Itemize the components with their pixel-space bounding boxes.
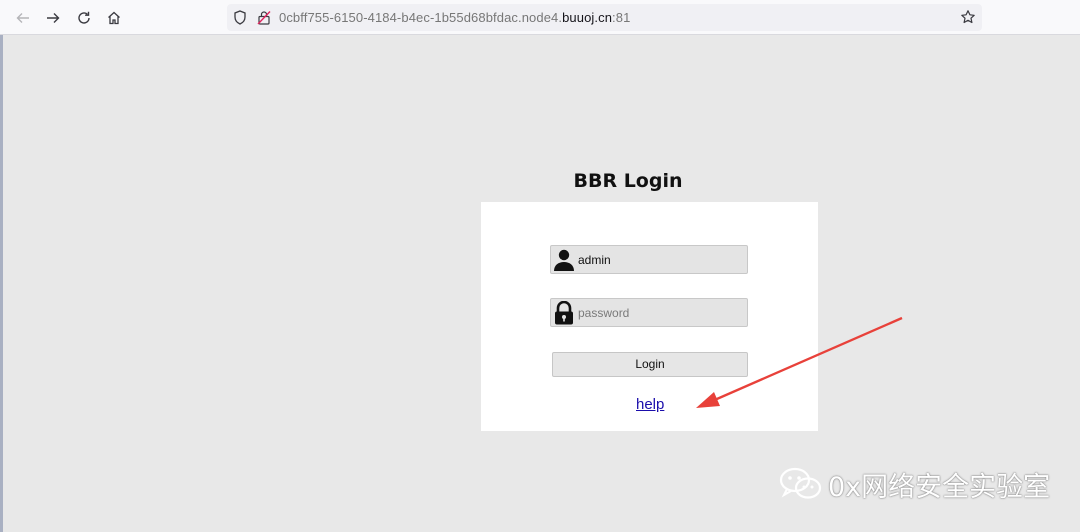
username-field[interactable]: admin xyxy=(550,245,748,274)
page-title: BBR Login xyxy=(573,170,683,192)
back-arrow-icon xyxy=(16,13,29,23)
shield-icon[interactable] xyxy=(233,10,247,25)
reload-icon xyxy=(78,11,90,24)
back-button[interactable] xyxy=(10,5,36,31)
forward-arrow-icon xyxy=(47,13,60,23)
password-placeholder[interactable]: password xyxy=(578,306,629,320)
forward-button[interactable] xyxy=(40,5,66,31)
window-edge xyxy=(0,35,3,532)
home-button[interactable] xyxy=(101,5,127,31)
url-text[interactable]: 0cbff755-6150-4184-b4ec-1b55d68bfdac.nod… xyxy=(279,10,630,25)
home-icon xyxy=(108,11,120,25)
url-prefix: 0cbff755-6150-4184-b4ec-1b55d68bfdac.nod… xyxy=(279,10,563,25)
url-host: buuoj.cn xyxy=(562,10,613,25)
browser-toolbar: 0cbff755-6150-4184-b4ec-1b55d68bfdac.nod… xyxy=(0,0,1080,35)
address-bar[interactable]: 0cbff755-6150-4184-b4ec-1b55d68bfdac.nod… xyxy=(227,4,982,31)
watermark: 0x网络安全实验室 xyxy=(778,466,1051,503)
username-value[interactable]: admin xyxy=(578,253,611,267)
user-icon xyxy=(554,249,574,271)
insecure-lock-icon[interactable] xyxy=(257,10,271,25)
padlock-icon xyxy=(555,301,573,325)
url-suffix: :81 xyxy=(612,10,631,25)
red-annotation-arrow xyxy=(696,316,903,408)
watermark-text: 0x网络安全实验室 xyxy=(828,471,1051,503)
reload-button[interactable] xyxy=(71,5,97,31)
bookmark-star-icon[interactable] xyxy=(960,9,976,25)
help-link[interactable]: help xyxy=(636,396,664,413)
wechat-icon xyxy=(779,467,822,499)
